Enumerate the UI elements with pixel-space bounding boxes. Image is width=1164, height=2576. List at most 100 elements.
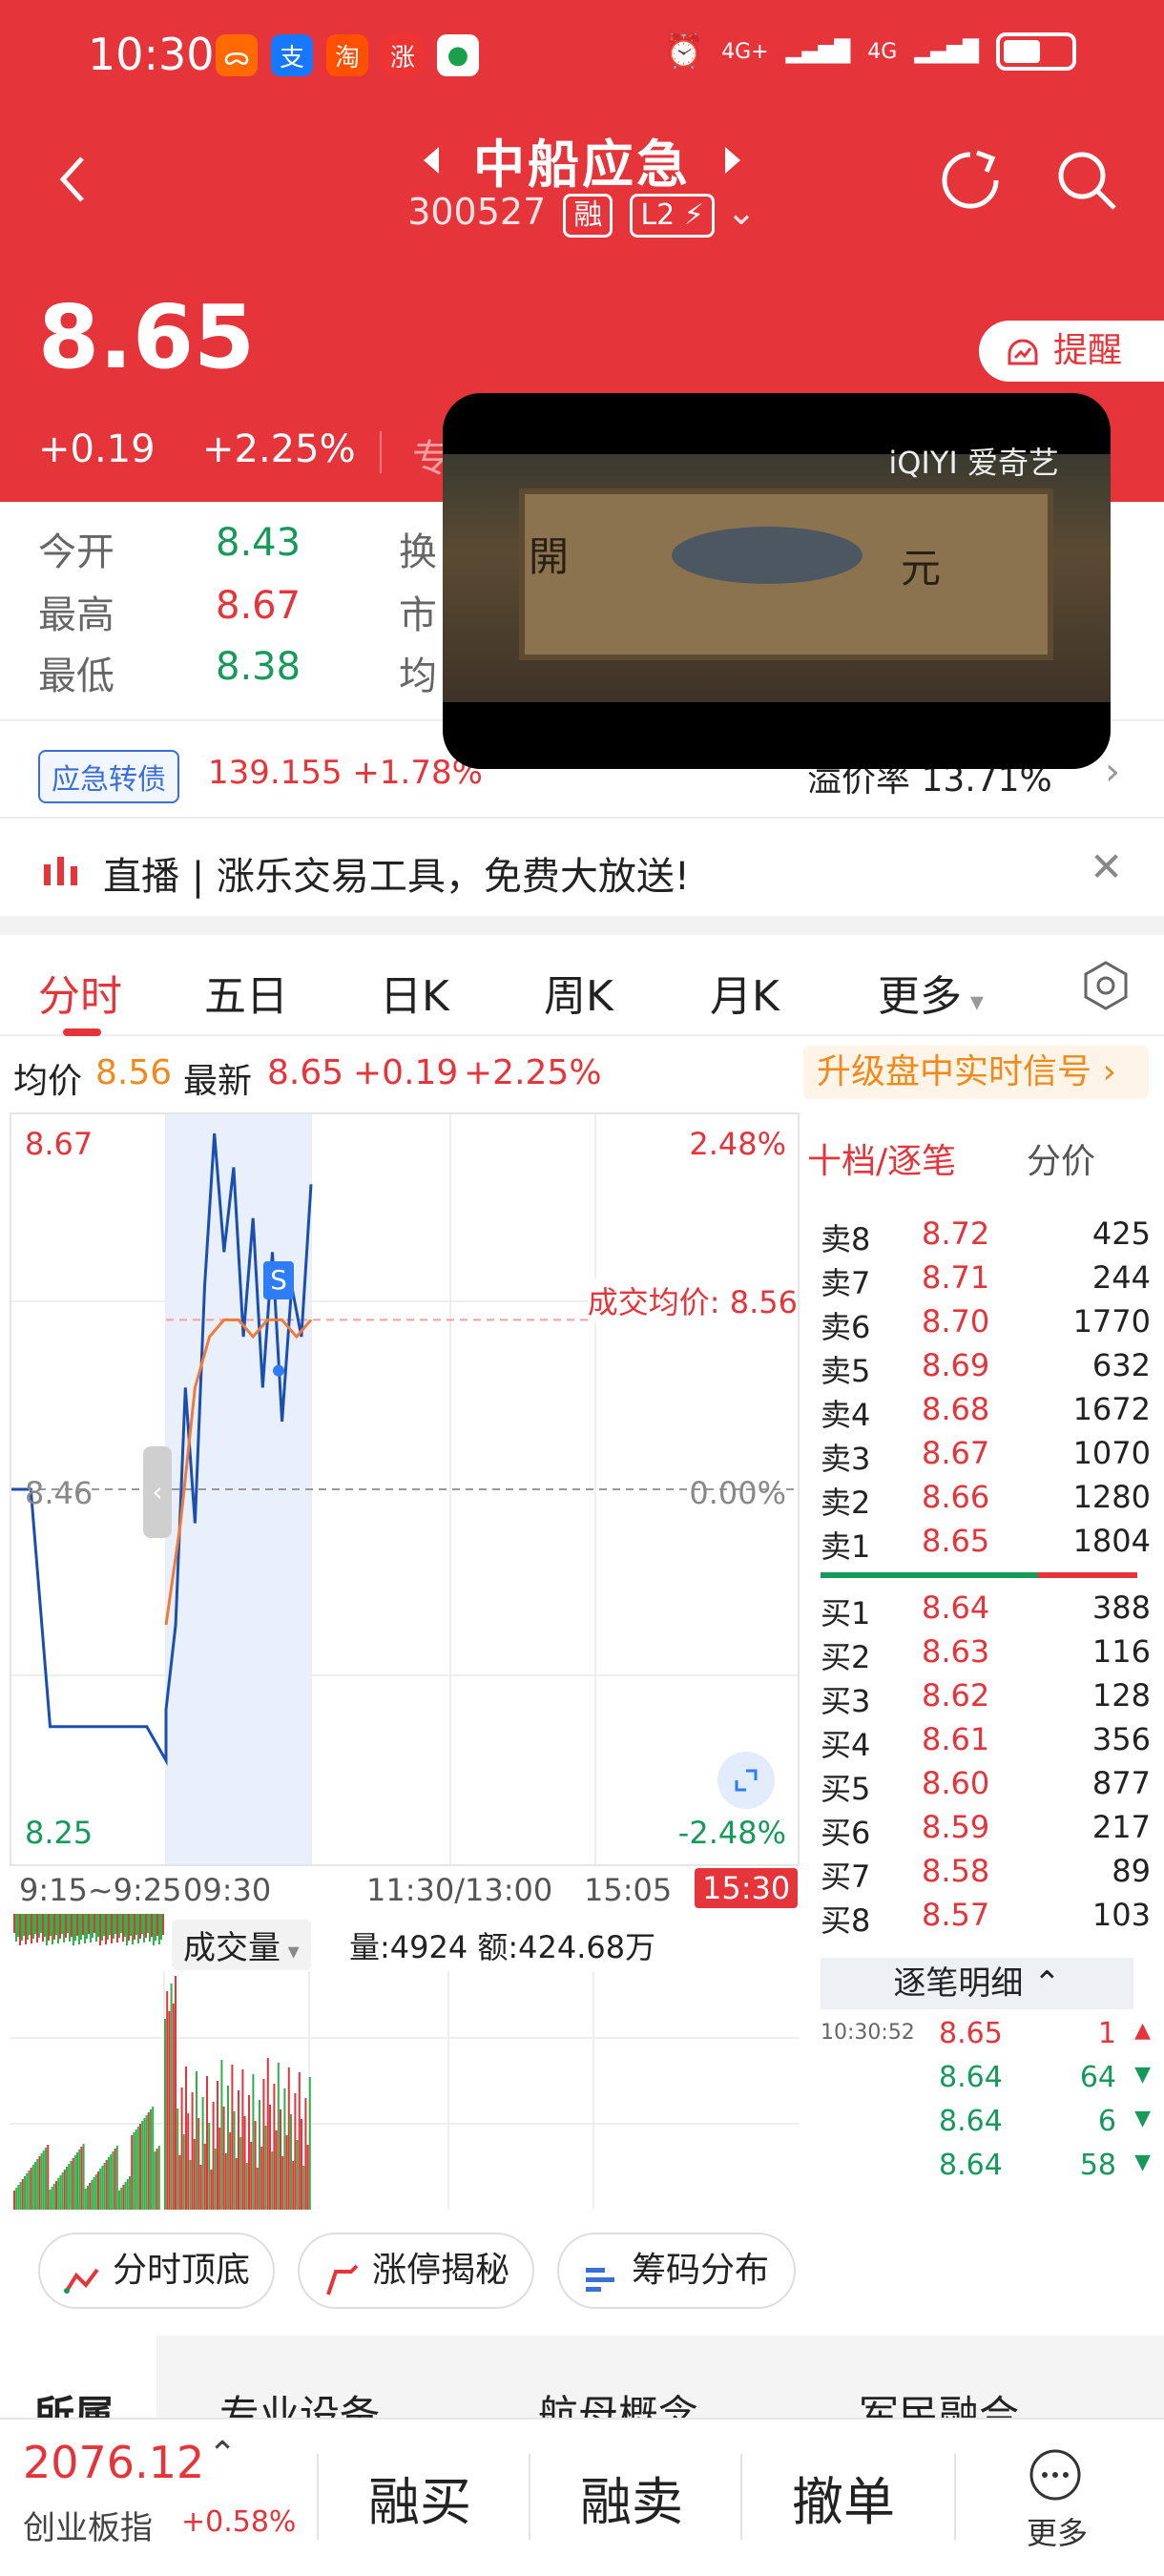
pre-market-volume-bar xyxy=(46,1914,48,1945)
caret-down-icon: ▾ xyxy=(281,1938,300,1964)
cancel-order-button[interactable]: 撤单 xyxy=(792,2460,895,2535)
tab-intraday[interactable]: 分时 xyxy=(38,962,122,1023)
volume-bar xyxy=(201,2097,204,2210)
limit-up-secrets-button[interactable]: 涨停揭秘 xyxy=(298,2233,534,2309)
signal-icon: ▂▄▆█ xyxy=(785,39,851,64)
level2-tag[interactable]: L2 ⚡ xyxy=(630,194,715,238)
volume-bar xyxy=(275,2130,278,2210)
more-label[interactable]: 更多 xyxy=(1027,2509,1088,2553)
refresh-icon[interactable] xyxy=(939,149,1002,212)
volume-bar xyxy=(308,2077,311,2210)
bond-quote[interactable]: 139.155 +1.78% xyxy=(208,754,483,792)
convertible-bond-tag[interactable]: 应急转债 xyxy=(38,750,179,803)
pre-market-volume-bar xyxy=(13,1914,15,1933)
volume-bar xyxy=(172,2004,175,2210)
chip-distribution-button[interactable]: 筹码分布 xyxy=(557,2233,796,2309)
volume-bar xyxy=(281,2156,284,2210)
signal-4g: 4G xyxy=(867,39,898,64)
remind-button[interactable]: 提醒 xyxy=(979,321,1164,382)
pre-market-volume-bar xyxy=(65,1914,67,1938)
tab-weekly-k[interactable]: 周K xyxy=(544,962,613,1023)
fullscreen-icon[interactable] xyxy=(717,1752,775,1809)
volume-bar xyxy=(182,2134,185,2210)
volume-bar xyxy=(243,2116,246,2210)
more-icon[interactable] xyxy=(1029,2448,1082,2502)
pre-market-volume-bar xyxy=(74,1914,76,1941)
intraday-top-bottom-button[interactable]: 分时顶底 xyxy=(38,2233,275,2309)
chevron-right-icon[interactable]: › xyxy=(1105,750,1120,794)
pre-market-volume-bar xyxy=(76,1914,78,1936)
collapse-handle[interactable]: ‹ xyxy=(143,1446,172,1538)
pre-market-volume-bar xyxy=(25,1914,27,1944)
volume-bar xyxy=(152,2107,155,2210)
pre-market-volume-bar xyxy=(52,1914,53,1944)
pre-market-volume-bar xyxy=(116,1914,118,1942)
pre-market-volume-bar xyxy=(19,1914,21,1945)
volume-bar xyxy=(269,2105,271,2210)
pre-market-volume-bar xyxy=(107,1914,109,1940)
pre-market-volume-bar xyxy=(134,1914,135,1940)
tick-direction-icon: ▼ xyxy=(1134,2063,1151,2087)
volume-bar xyxy=(203,2144,206,2210)
divider xyxy=(954,2454,956,2540)
y-mid-price: 8.46 xyxy=(25,1475,94,1511)
volume-bar xyxy=(135,2129,137,2210)
tick-detail-toggle[interactable]: 逐笔明细 ⌃ xyxy=(821,1958,1133,2009)
signal-icon-2: ▂▄▆█ xyxy=(914,39,979,64)
level-price: 8.72 xyxy=(922,1215,990,1252)
margin-sell-button[interactable]: 融卖 xyxy=(580,2460,683,2535)
index-value[interactable]: 2076.12 xyxy=(23,2437,204,2488)
divider xyxy=(0,817,1164,819)
volume-bar xyxy=(266,2058,269,2210)
search-icon[interactable] xyxy=(1055,149,1118,212)
alarm-icon: ⏰ xyxy=(663,32,705,71)
pre-market-volume-bar xyxy=(128,1914,130,1941)
signal-marker[interactable]: S xyxy=(263,1261,294,1299)
level-price: 8.69 xyxy=(922,1347,990,1383)
live-banner[interactable]: 直播 | 涨乐交易工具，免费大放送! ✕ xyxy=(0,821,1164,916)
volume-bar xyxy=(17,2185,20,2210)
level-label: 买5 xyxy=(821,1771,871,1807)
chevron-up-icon[interactable]: ⌃ xyxy=(208,2435,237,2474)
avg-price-label: 均价 xyxy=(13,1062,83,1101)
time-label-open: 09:30 xyxy=(183,1872,272,1908)
tab-price-split[interactable]: 分价 xyxy=(1027,1133,1095,1183)
volume-bar xyxy=(61,2172,64,2210)
video-pip-overlay[interactable]: 開 元 iQIYI 爱奇艺 xyxy=(443,393,1111,769)
volume-selector[interactable]: 成交量 ▾ xyxy=(172,1920,311,1970)
level-volume: 1672 xyxy=(1072,1391,1151,1427)
video-ornament xyxy=(672,527,863,584)
volume-bar xyxy=(208,2123,211,2210)
pre-market-volume-bar xyxy=(21,1914,23,1941)
close-icon[interactable]: ✕ xyxy=(1090,843,1123,890)
level-volume: 217 xyxy=(1091,1809,1151,1845)
volume-bar xyxy=(70,2161,73,2210)
tab-monthly-k[interactable]: 月K xyxy=(710,962,779,1023)
volume-bar xyxy=(231,2065,234,2210)
bond-price: 139.155 xyxy=(208,754,343,792)
tick-price: 8.64 xyxy=(939,2105,1003,2138)
bid-level-row: 买4 8.61 356 xyxy=(821,1721,1151,1765)
level-volume: 244 xyxy=(1091,1259,1151,1296)
pre-market-volume-bar xyxy=(111,1914,113,1943)
volume-bar xyxy=(89,2183,92,2210)
tick-detail-label: 逐笔明细 xyxy=(893,1964,1024,2003)
battery-icon xyxy=(996,32,1076,71)
volume-info: 量:4924 额:424.68万 xyxy=(349,1929,656,1965)
volume-chart[interactable]: 成交量 ▾ 量:4924 额:424.68万 xyxy=(10,1914,800,2210)
upgrade-signal-banner[interactable]: 升级盘中实时信号 › xyxy=(803,1046,1149,1099)
volume-bar xyxy=(220,2060,223,2210)
chevron-down-icon[interactable]: ⌄ xyxy=(726,191,757,233)
pre-market-volume-bar xyxy=(105,1914,107,1944)
tab-more[interactable]: 更多 ▾ xyxy=(878,962,984,1023)
volume-bar xyxy=(191,2092,194,2210)
margin-buy-button[interactable]: 融买 xyxy=(368,2460,471,2535)
intraday-chart[interactable]: 8.67 2.48% 8.46 0.00% 8.25 -2.48% 成交均价: … xyxy=(10,1112,800,1866)
volume-bar xyxy=(141,2121,144,2210)
tab-ten-levels[interactable]: 十档/逐笔 xyxy=(807,1133,956,1183)
pre-market-volume-bar xyxy=(94,1914,95,1933)
tab-daily-k[interactable]: 日K xyxy=(380,962,449,1023)
settings-icon[interactable] xyxy=(1080,960,1132,1011)
concept-tabs: 所属 专业设备 航母概念 军民融合 xyxy=(0,2336,1164,2439)
tab-five-day[interactable]: 五日 xyxy=(204,962,288,1023)
